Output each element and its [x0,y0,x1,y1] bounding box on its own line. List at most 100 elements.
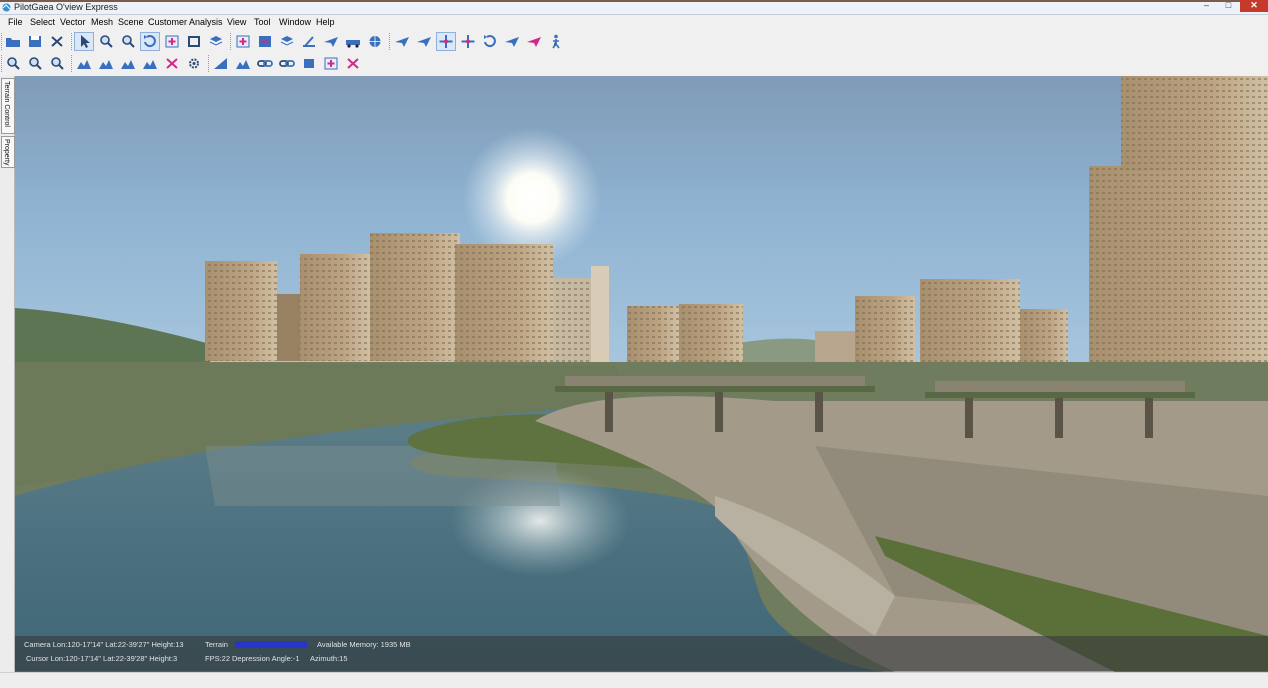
rotate-button[interactable] [481,33,499,50]
layer-button[interactable] [207,33,225,50]
menu-tool[interactable]: Tool [254,17,271,27]
tab-terrain-control[interactable]: Terrain Control [1,78,15,134]
remove-layer-icon [259,36,271,47]
measure-area-icon [29,57,42,70]
move-up-icon [461,35,475,48]
measure-button[interactable] [4,55,22,72]
path-delete-icon [347,58,359,69]
chain-button[interactable] [278,55,296,72]
viewshed-icon [214,58,227,69]
rotate-view-icon [144,35,156,48]
toolbar-row-1 [0,31,1268,52]
terrain-raise-button[interactable] [119,55,137,72]
terrain-progress-bar [235,641,307,648]
app-icon [2,3,11,12]
pointer-icon [81,35,90,48]
close-button[interactable]: ✕ [1240,0,1268,12]
cut-button[interactable] [48,33,66,50]
open-folder-button[interactable] [4,33,22,50]
tilt-button[interactable] [300,33,318,50]
walk-button[interactable] [547,33,565,50]
walk-icon [552,34,560,49]
save-button[interactable] [26,33,44,50]
terrain-flatten-icon [99,60,113,69]
rotate-view-button[interactable] [140,32,160,51]
flight-icon [505,37,519,47]
path-add-button[interactable] [322,55,340,72]
measure-height-button[interactable] [48,55,66,72]
fly-point-button[interactable] [393,33,411,50]
fly-pink-button[interactable] [525,33,543,50]
layer-icon [209,36,223,46]
terrain-edit-icon [143,60,157,69]
camera-position: Camera Lon:120-17'14" Lat:22-39'27" Heig… [24,640,184,649]
remove-layer-button[interactable] [256,33,274,50]
3d-viewport[interactable] [15,76,1268,672]
maximize-button[interactable]: □ [1218,0,1239,12]
menu-file[interactable]: File [8,17,23,27]
move-up-button[interactable] [459,33,477,50]
terrain-layer-button[interactable] [278,33,296,50]
marker-delete-button[interactable] [163,55,181,72]
pan-icon [439,35,453,48]
vehicle-icon [346,40,360,48]
rectangle-button[interactable] [185,33,203,50]
depression-angle: Depression Angle:-1 [232,654,300,663]
available-memory: Available Memory: 1935 MB [317,640,411,649]
add-layer-button[interactable] [234,33,252,50]
menu-bar: File Select Vector Mesh Scene Customer A… [0,15,1268,29]
fly-pink-icon [527,37,541,47]
cursor-position: Cursor Lon:120-17'14" Lat:22-39'28" Heig… [26,654,178,663]
terrain-raise-icon [121,60,135,69]
path-edit-button[interactable] [300,55,318,72]
save-icon [29,36,41,47]
menu-analysis[interactable]: Analysis [189,17,223,27]
bottom-strip [0,672,1268,688]
pointer-button[interactable] [74,32,94,51]
chain-icon [279,60,295,67]
pan-button[interactable] [436,32,456,51]
terrain-label: Terrain [205,640,228,649]
path-delete-button[interactable] [344,55,362,72]
terrain-edit-button[interactable] [141,55,159,72]
lasso-button[interactable] [97,33,115,50]
fps-readout: FPS:22 [205,654,231,663]
menu-customer[interactable]: Customer [148,17,187,27]
link-button[interactable] [256,55,274,72]
menu-scene[interactable]: Scene [118,17,144,27]
tilt-icon [303,36,315,47]
toolbar-row-2 [0,53,1268,74]
menu-mesh[interactable]: Mesh [91,17,113,27]
vehicle-button[interactable] [344,33,362,50]
path-add-icon [324,57,338,70]
mountain-button[interactable] [234,55,252,72]
window-title: PilotGaea O'view Express [14,2,118,12]
measure-area-button[interactable] [26,55,44,72]
globe-button[interactable] [366,33,384,50]
settings-gear-button[interactable] [185,55,203,72]
rectangle-icon [188,36,200,47]
path-edit-icon [304,59,314,68]
add-point-button[interactable] [163,33,181,50]
menu-vector[interactable]: Vector [60,17,86,27]
viewshed-button[interactable] [212,55,230,72]
menu-view[interactable]: View [227,17,246,27]
globe-icon [369,36,381,47]
minimize-button[interactable]: – [1196,0,1217,12]
menu-select[interactable]: Select [30,17,55,27]
add-point-icon [165,35,179,48]
terrain-profile-icon [77,60,91,69]
terrain-profile-button[interactable] [75,55,93,72]
zoom-select-button[interactable] [119,33,137,50]
flight-button[interactable] [503,33,521,50]
tab-terrain-control-label: Terrain Control [3,81,10,127]
desktop-strip [0,0,1268,2]
azimuth-readout: Azimuth:15 [310,654,348,663]
plane-button[interactable] [322,33,340,50]
terrain-flatten-button[interactable] [97,55,115,72]
menu-help[interactable]: Help [316,17,335,27]
fly-path-button[interactable] [415,33,433,50]
menu-window[interactable]: Window [279,17,311,27]
rotate-icon [484,35,496,48]
tab-property[interactable]: Property [1,136,15,168]
